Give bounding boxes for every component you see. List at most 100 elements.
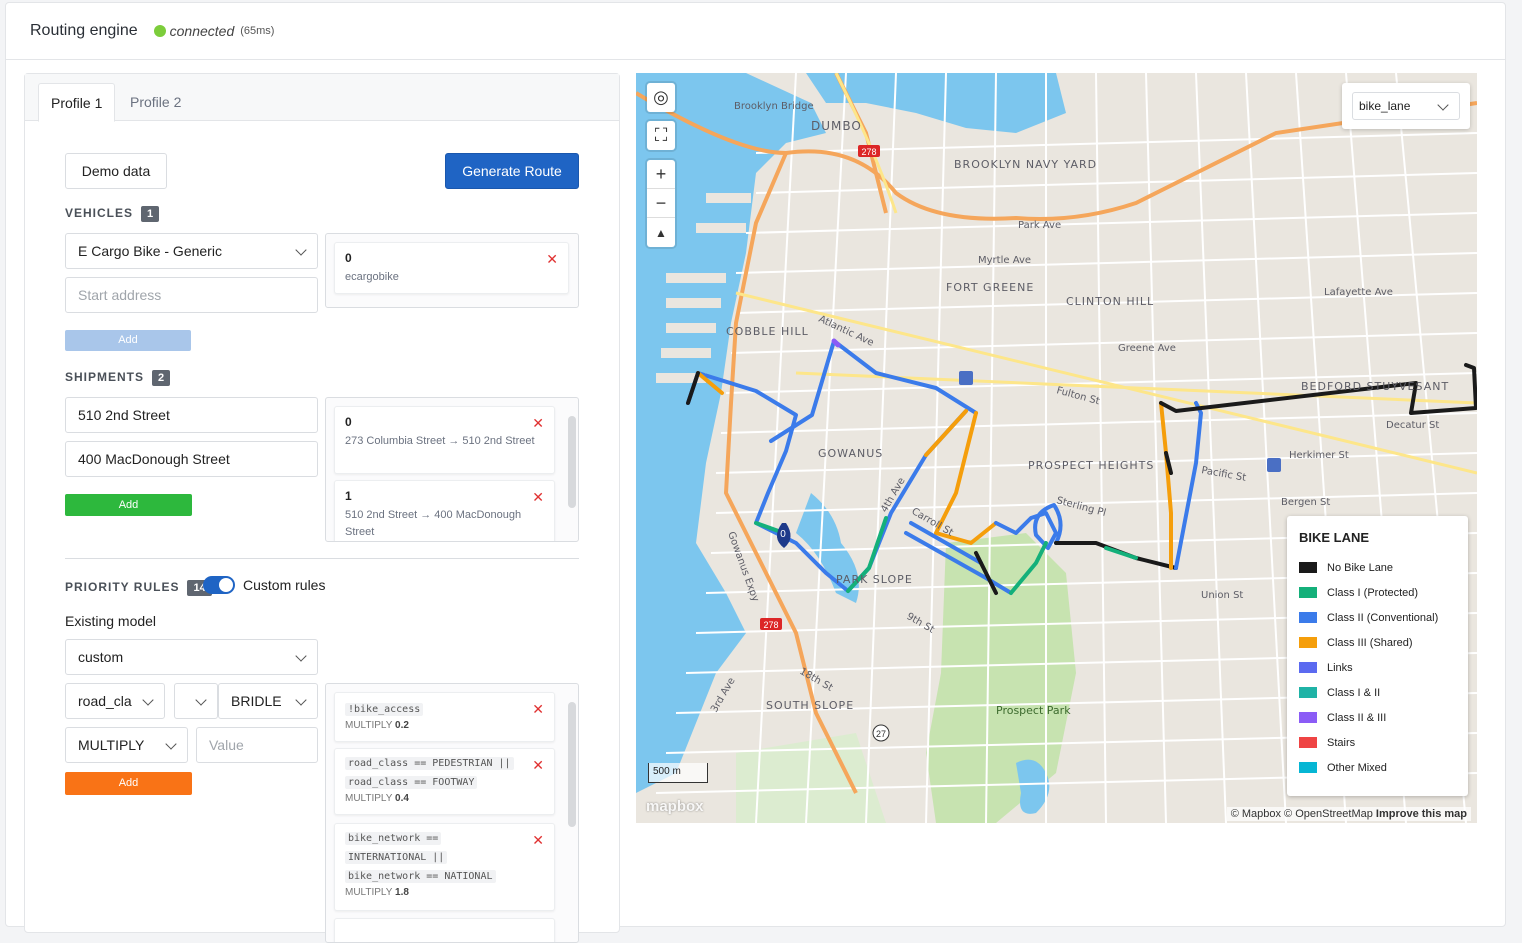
shipment-card-route: 510 2nd Street → 400 MacDonough Street: [345, 509, 522, 538]
remove-rule-icon[interactable]: ✕: [532, 701, 544, 718]
shipment-delivery-input[interactable]: 400 MacDonough Street: [65, 441, 318, 477]
map-label-myrtle-ave: Myrtle Ave: [978, 255, 1031, 266]
map-label-clinton-hill: CLINTON HILL: [1066, 295, 1154, 308]
legend-item: Class I & II: [1299, 680, 1456, 705]
legend-item: Links: [1299, 655, 1456, 680]
transit-station-icon: [1267, 458, 1281, 472]
route-marker-label: 0: [780, 529, 786, 540]
legend-swatch: [1299, 637, 1317, 648]
rule-condition: road_class == FOOTWAY: [345, 776, 478, 789]
compass-icon[interactable]: ▲: [647, 218, 675, 247]
shipment-scrollbar[interactable]: [568, 416, 576, 508]
map-attribution: © Mapbox © OpenStreetMap Improve this ma…: [1226, 807, 1471, 821]
attribution-text: © Mapbox © OpenStreetMap: [1230, 808, 1373, 820]
rule-condition: bike_network ==: [345, 832, 442, 845]
legend-swatch: [1299, 562, 1317, 573]
transit-station-icon: [959, 371, 973, 385]
map-label-decatur-st: Decatur St: [1386, 420, 1439, 431]
rule-multiplier-label: MULTIPLY: [345, 887, 393, 898]
start-address-input[interactable]: Start address: [65, 277, 318, 313]
profile-tabs: Profile 1 Profile 2: [25, 74, 619, 122]
fullscreen-icon[interactable]: ⛶: [647, 121, 675, 150]
map-label-park-ave: Park Ave: [1018, 220, 1061, 231]
rule-action-select[interactable]: MULTIPLY: [65, 727, 188, 763]
remove-rule-icon[interactable]: ✕: [532, 832, 544, 849]
rule-key-select[interactable]: road_cla: [65, 683, 165, 719]
legend-item: Class III (Shared): [1299, 630, 1456, 655]
map-label-south-slope: SOUTH SLOPE: [766, 699, 854, 712]
fullscreen-control[interactable]: ⛶: [647, 121, 675, 150]
add-rule-button[interactable]: Add: [65, 772, 192, 795]
shipment-pickup-input[interactable]: 510 2nd Street: [65, 397, 318, 433]
map-label-dumbo: DUMBO: [811, 119, 862, 133]
map-label-cobble-hill: COBBLE HILL: [726, 325, 809, 338]
geolocate-icon[interactable]: ◎: [647, 83, 675, 112]
vehicle-card[interactable]: 0 ecargobike ✕: [334, 242, 569, 294]
add-shipment-button[interactable]: Add: [65, 494, 192, 516]
improve-map-link[interactable]: Improve this map: [1376, 808, 1467, 820]
legend-item-label: Class II (Conventional): [1327, 611, 1439, 624]
highway-shield-label: 278: [861, 147, 876, 157]
tab-profile-2[interactable]: Profile 2: [118, 83, 193, 121]
map-label-park-slope: PARK SLOPE: [836, 573, 913, 586]
chevron-down-icon: [1437, 99, 1449, 111]
map-label-pacific-st: Pacific St: [1200, 465, 1247, 484]
remove-vehicle-icon[interactable]: ✕: [546, 251, 558, 268]
rule-key-value: road_cla: [78, 693, 132, 709]
route-map[interactable]: 0 278 278 27 Brooklyn Bridge DUMBO BROOK…: [636, 73, 1477, 823]
connection-latency: (65ms): [240, 25, 275, 37]
existing-model-select[interactable]: custom: [65, 639, 318, 675]
zoom-control: + − ▲: [647, 160, 675, 247]
vehicles-heading: VEHICLES 1: [65, 206, 160, 222]
bike-lane-legend: BIKE LANE No Bike Lane Class I (Protecte…: [1287, 516, 1468, 796]
layer-select[interactable]: bike_lane: [1352, 92, 1460, 120]
rule-value-select[interactable]: BRIDLE: [218, 683, 318, 719]
rule-multiplier-input[interactable]: Value: [196, 727, 318, 763]
map-label-union-st: Union St: [1201, 590, 1243, 601]
zoom-out-icon[interactable]: −: [647, 189, 675, 218]
legend-item-label: Class II & III: [1327, 711, 1387, 724]
rule-condition: bike_network == NATIONAL: [345, 870, 496, 883]
route-shield-label: 27: [876, 729, 886, 739]
rule-multiplier-label: MULTIPLY: [345, 720, 393, 731]
map-label-herkimer-st: Herkimer St: [1289, 450, 1349, 461]
existing-model-label: Existing model: [65, 613, 157, 629]
map-label-bed-stuy: BEDFORD STUYVESANT: [1301, 380, 1449, 393]
legend-item: No Bike Lane: [1299, 555, 1456, 580]
remove-shipment-icon[interactable]: ✕: [532, 415, 544, 432]
legend-item: Class II & III: [1299, 705, 1456, 730]
legend-swatch: [1299, 587, 1317, 598]
shipment-card-route: 273 Columbia Street → 510 2nd Street: [345, 435, 535, 447]
map-label-gowanus: GOWANUS: [818, 447, 883, 460]
rule-value-value: BRIDLE: [231, 693, 282, 709]
demo-data-button[interactable]: Demo data: [65, 153, 167, 189]
remove-shipment-icon[interactable]: ✕: [532, 489, 544, 506]
zoom-in-icon[interactable]: +: [647, 160, 675, 189]
legend-title: BIKE LANE: [1299, 530, 1370, 545]
vehicle-type-select[interactable]: E Cargo Bike - Generic: [65, 233, 318, 269]
geolocate-control[interactable]: ◎: [647, 83, 675, 112]
top-bar: Routing engine connected (65ms): [6, 3, 1505, 60]
custom-rules-toggle[interactable]: [203, 576, 235, 594]
chevron-down-icon: [295, 650, 307, 662]
rule-card[interactable]: bike_network == INTERNATIONAL || bike_ne…: [334, 823, 555, 911]
shipment-card[interactable]: 1 510 2nd Street → 400 MacDonough Street…: [334, 480, 555, 541]
generate-route-button[interactable]: Generate Route: [445, 153, 579, 189]
rule-card[interactable]: !bike_access MULTIPLY 0.2 ✕: [334, 692, 555, 742]
chevron-down-icon: [142, 694, 154, 706]
legend-item-label: Stairs: [1327, 736, 1356, 749]
rule-card[interactable]: road_class == PEDESTRIAN || road_class =…: [334, 748, 555, 815]
legend-swatch: [1299, 712, 1317, 723]
rule-operator-select[interactable]: [174, 683, 218, 719]
remove-rule-icon[interactable]: ✕: [532, 757, 544, 774]
rule-card[interactable]: [334, 918, 555, 942]
shipment-card[interactable]: 0 273 Columbia Street → 510 2nd Street ✕: [334, 406, 555, 474]
legend-item-label: Class I & II: [1327, 686, 1381, 699]
vehicle-type-value: E Cargo Bike - Generic: [78, 243, 222, 259]
tab-profile-1[interactable]: Profile 1: [38, 83, 116, 122]
map-label-lafayette-ave: Lafayette Ave: [1324, 287, 1393, 298]
add-vehicle-button[interactable]: Add: [65, 330, 191, 351]
mapbox-logo[interactable]: mapbox: [646, 798, 704, 815]
rule-list: !bike_access MULTIPLY 0.2 ✕ road_class =…: [325, 683, 579, 943]
rule-scrollbar[interactable]: [568, 702, 576, 827]
